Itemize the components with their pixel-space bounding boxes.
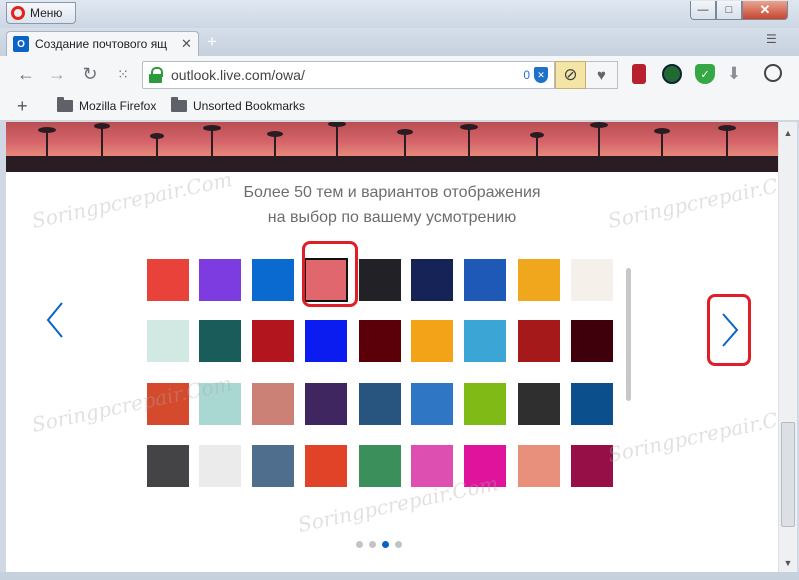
- page-scrollbar[interactable]: ▲ ▼: [778, 122, 797, 572]
- bookmark-label: Mozilla Firefox: [79, 99, 157, 113]
- theme-swatch[interactable]: [147, 383, 189, 425]
- opera-logo-icon: [11, 6, 25, 20]
- theme-gallery-scrollbar[interactable]: [626, 268, 631, 401]
- opera-menu-button[interactable]: Меню: [6, 2, 76, 24]
- hero-banner-image: [6, 122, 778, 172]
- minimize-button[interactable]: —: [690, 1, 716, 20]
- secure-lock-icon: [149, 67, 163, 83]
- theme-swatch[interactable]: [464, 259, 506, 301]
- theme-swatch[interactable]: [411, 383, 453, 425]
- scroll-down-arrow-icon[interactable]: ▼: [779, 554, 797, 571]
- tab-strip: O Создание почтового ящ ✕: [0, 28, 799, 56]
- theme-swatch[interactable]: [411, 320, 453, 362]
- theme-swatch[interactable]: [305, 320, 347, 362]
- theme-swatch[interactable]: [147, 320, 189, 362]
- tab-menu-icon[interactable]: ☰: [766, 32, 777, 46]
- theme-swatch[interactable]: [305, 383, 347, 425]
- theme-swatch[interactable]: [252, 259, 294, 301]
- next-button-highlight: [707, 294, 751, 366]
- theme-swatch[interactable]: [518, 445, 560, 487]
- close-tab-icon[interactable]: ✕: [181, 36, 192, 52]
- theme-swatch[interactable]: [305, 445, 347, 487]
- tab-title: Создание почтового ящ: [35, 37, 168, 51]
- theme-swatch[interactable]: [518, 320, 560, 362]
- previous-page-arrow-icon[interactable]: [44, 300, 66, 340]
- theme-swatch[interactable]: [359, 445, 401, 487]
- bookmark-folder-mozilla-firefox[interactable]: Mozilla Firefox: [57, 97, 157, 113]
- theme-swatch[interactable]: [147, 445, 189, 487]
- theme-swatch[interactable]: [518, 383, 560, 425]
- speed-dial-grid-icon[interactable]: ⁙: [112, 56, 134, 93]
- theme-swatch[interactable]: [518, 259, 560, 301]
- title-bar: Меню — □ ✕: [0, 0, 799, 28]
- theme-swatch[interactable]: [464, 383, 506, 425]
- menu-label: Меню: [30, 6, 63, 20]
- folder-icon: [57, 97, 73, 112]
- theme-swatch[interactable]: [359, 383, 401, 425]
- tab-outlook[interactable]: O Создание почтового ящ ✕: [6, 31, 199, 56]
- bookmark-folder-unsorted[interactable]: Unsorted Bookmarks: [171, 97, 306, 113]
- palm-trees-silhouette: [6, 122, 778, 172]
- watermark-text: Soringpcrepair.Com: [605, 401, 778, 467]
- download-icon[interactable]: ⬇: [724, 64, 744, 84]
- reload-button[interactable]: ↻: [78, 56, 102, 93]
- theme-swatch[interactable]: [359, 320, 401, 362]
- heading-line-2: на выбор по вашему усмотрению: [267, 209, 517, 226]
- theme-swatch[interactable]: [571, 445, 613, 487]
- page-indicator-dots: [356, 541, 402, 548]
- power-icon[interactable]: [764, 64, 782, 82]
- close-window-button[interactable]: ✕: [742, 1, 788, 20]
- theme-swatch[interactable]: [411, 259, 453, 301]
- maximize-button[interactable]: □: [716, 1, 742, 20]
- theme-swatch[interactable]: [464, 445, 506, 487]
- forward-button[interactable]: →: [45, 56, 69, 93]
- theme-swatch[interactable]: [252, 383, 294, 425]
- theme-swatch[interactable]: [464, 320, 506, 362]
- notebook-extension-icon[interactable]: [632, 64, 646, 84]
- next-page-button[interactable]: [707, 294, 751, 366]
- theme-swatch[interactable]: [411, 445, 453, 487]
- theme-swatch[interactable]: [252, 445, 294, 487]
- globe-extension-icon[interactable]: [662, 64, 682, 84]
- back-button[interactable]: ←: [14, 56, 38, 93]
- shield-icon[interactable]: ✕: [534, 67, 548, 83]
- address-bar[interactable]: outlook.live.com/owa/ 0 ✕: [142, 61, 555, 89]
- window-bottom-frame: [0, 572, 799, 580]
- check-shield-extension-icon[interactable]: ✓: [695, 64, 715, 84]
- page-viewport: Более 50 тем и вариантов отображения на …: [6, 122, 778, 572]
- theme-swatch[interactable]: [199, 259, 241, 301]
- add-bookmark-button[interactable]: +: [17, 96, 28, 117]
- themes-heading: Более 50 тем и вариантов отображения на …: [6, 180, 778, 230]
- page-dot[interactable]: [369, 541, 376, 548]
- theme-swatch[interactable]: [571, 259, 613, 301]
- scrollbar-thumb[interactable]: [781, 422, 795, 527]
- bookmarks-bar: + Mozilla Firefox Unsorted Bookmarks: [0, 93, 799, 121]
- bookmark-label: Unsorted Bookmarks: [193, 99, 306, 113]
- theme-swatch[interactable]: [199, 320, 241, 362]
- page-dot[interactable]: [382, 541, 389, 548]
- bookmark-heart-button[interactable]: ♥: [586, 61, 618, 89]
- selected-theme-highlight: [302, 241, 358, 307]
- folder-icon: [171, 97, 187, 112]
- theme-swatch[interactable]: [252, 320, 294, 362]
- theme-swatch[interactable]: [147, 259, 189, 301]
- navigation-toolbar: ← → ↻ ⁙ outlook.live.com/owa/ 0 ✕ ⊘ ♥ ✓ …: [0, 56, 799, 93]
- ad-block-button[interactable]: ⊘: [555, 61, 586, 89]
- url-text[interactable]: outlook.live.com/owa/: [171, 67, 523, 83]
- outlook-favicon-icon: O: [13, 36, 29, 52]
- page-dot[interactable]: [356, 541, 363, 548]
- theme-swatch[interactable]: [571, 383, 613, 425]
- theme-swatch[interactable]: [571, 320, 613, 362]
- theme-swatch[interactable]: [199, 383, 241, 425]
- theme-swatch[interactable]: [359, 259, 401, 301]
- new-tab-button[interactable]: +: [204, 32, 220, 52]
- blocked-ads-count: 0: [523, 68, 530, 82]
- page-dot[interactable]: [395, 541, 402, 548]
- scroll-up-arrow-icon[interactable]: ▲: [779, 124, 797, 141]
- heading-line-1: Более 50 тем и вариантов отображения: [243, 184, 541, 201]
- theme-swatch[interactable]: [199, 445, 241, 487]
